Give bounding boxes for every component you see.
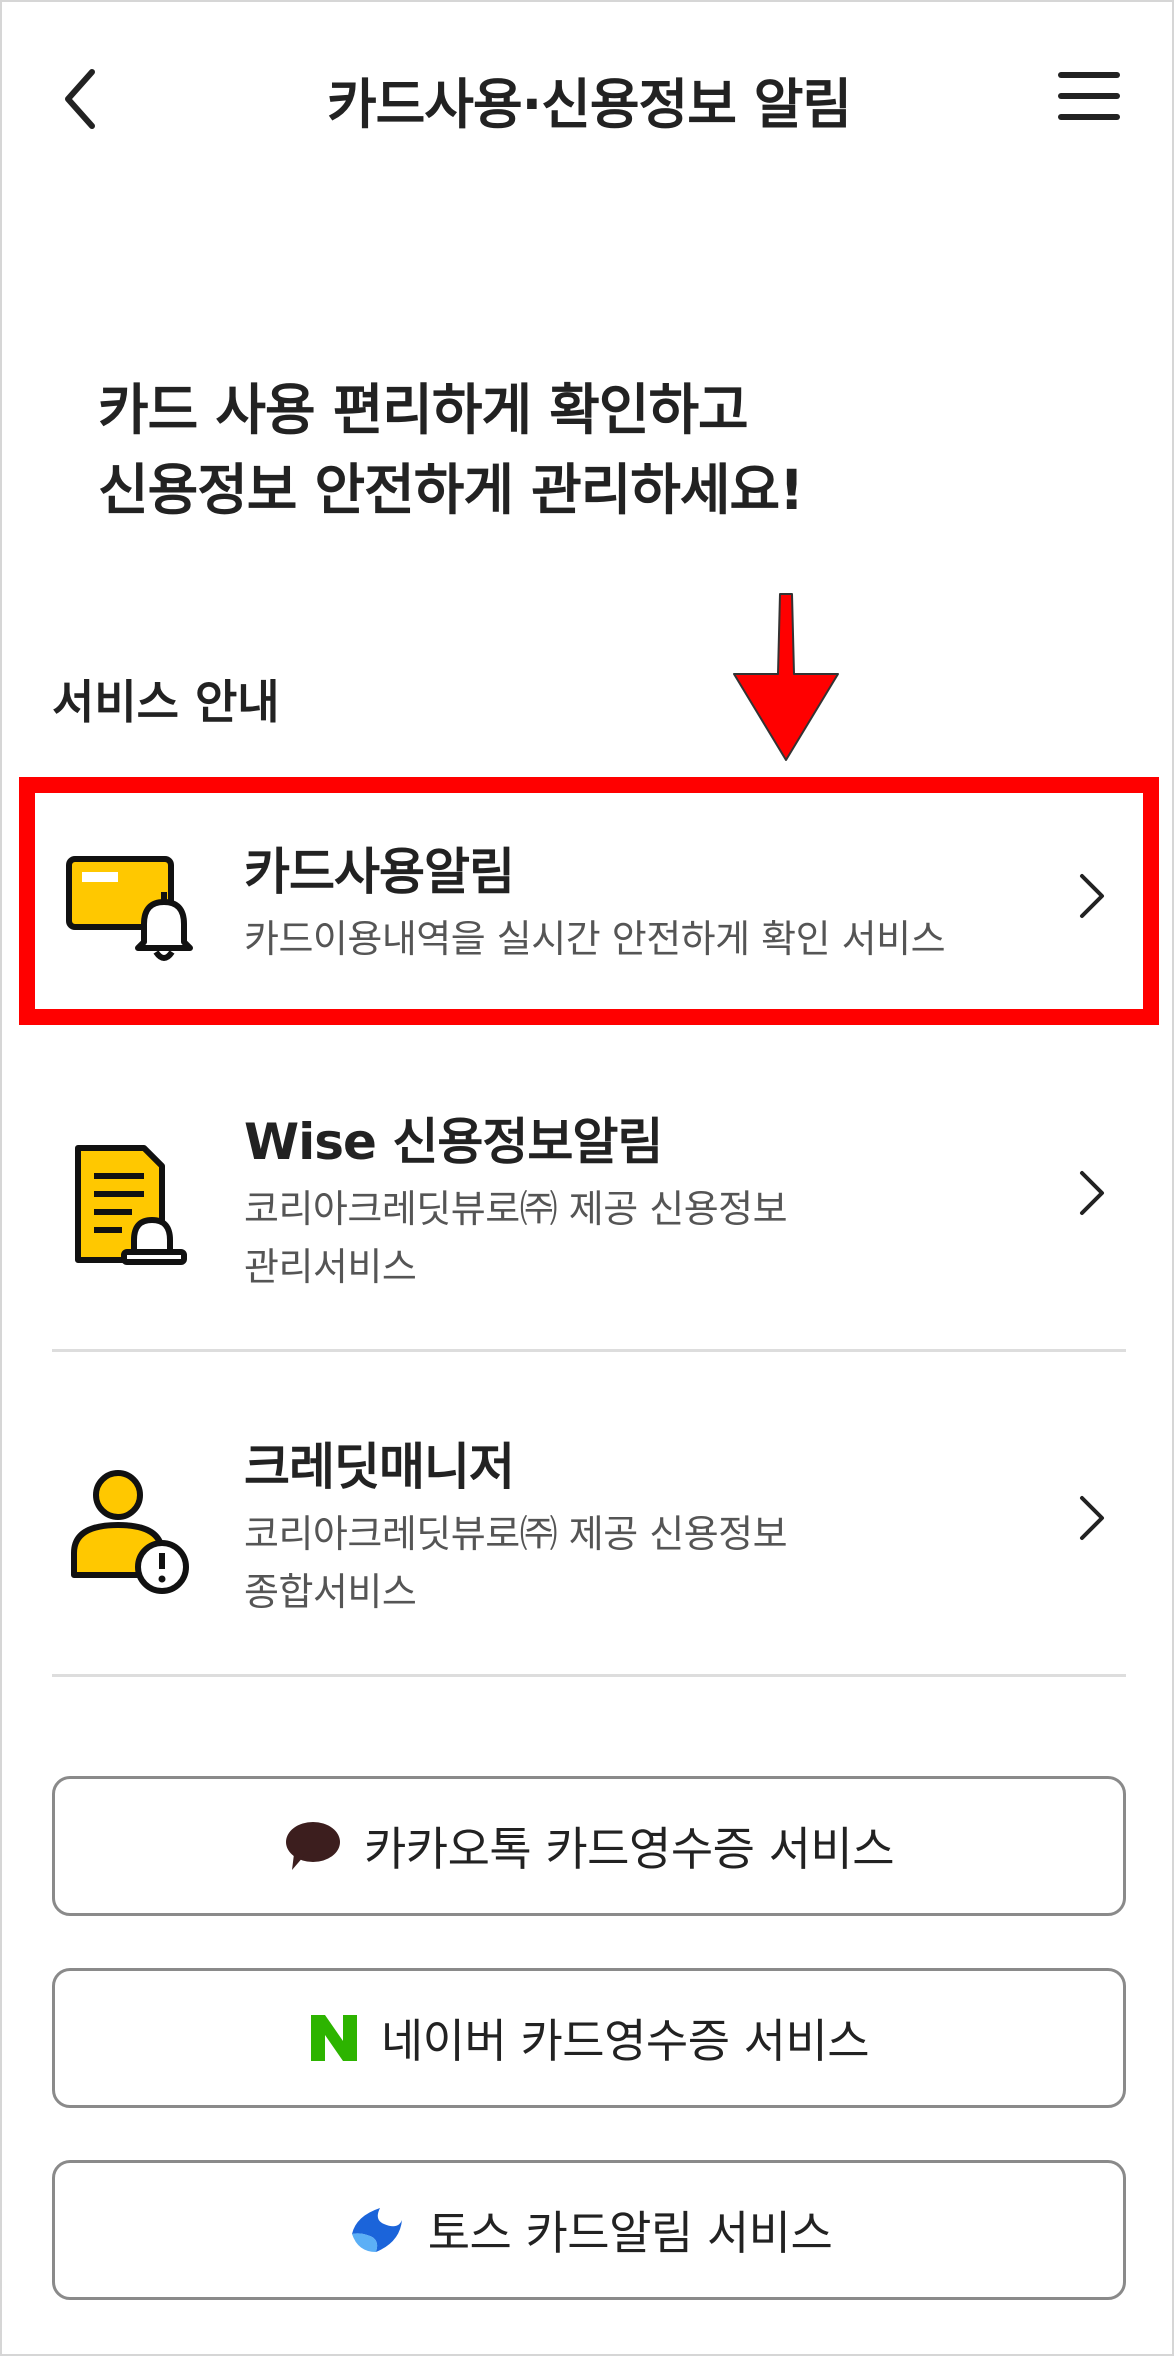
divider bbox=[52, 1349, 1126, 1352]
service-title: Wise 신용정보알림 bbox=[244, 1113, 663, 1171]
service-description-line-2: 관리서비스 bbox=[244, 1245, 417, 1289]
naver-receipt-label: 네이버 카드영수증 서비스 bbox=[380, 2014, 870, 2068]
kakao-talk-icon bbox=[285, 1822, 340, 1870]
chevron-right-icon bbox=[1080, 1496, 1104, 1540]
service-description-line-2: 종합서비스 bbox=[244, 1570, 417, 1614]
menu-button[interactable] bbox=[1058, 72, 1120, 128]
kakao-receipt-button[interactable]: 카카오톡 카드영수증 서비스 bbox=[52, 1776, 1126, 1916]
page-title: 카드사용·신용정보 알림 bbox=[326, 73, 852, 136]
naver-receipt-button[interactable]: 네이버 카드영수증 서비스 bbox=[52, 1968, 1126, 2108]
service-description: 코리아크레딧뷰로㈜ 제공 신용정보 bbox=[244, 1187, 788, 1231]
hamburger-icon bbox=[1058, 72, 1120, 120]
annotation-arrow-icon bbox=[733, 593, 839, 761]
chevron-right-icon bbox=[1080, 1171, 1104, 1215]
headline-line-2: 신용정보 안전하게 관리하세요! bbox=[98, 458, 804, 522]
annotation-highlight-box bbox=[19, 777, 1159, 1025]
headline-line-1: 카드 사용 편리하게 확인하고 bbox=[98, 378, 749, 442]
document-bell-icon bbox=[75, 1145, 187, 1265]
kakao-receipt-label: 카카오톡 카드영수증 서비스 bbox=[363, 1822, 895, 1876]
headline: 카드 사용 편리하게 확인하고 신용정보 안전하게 관리하세요! bbox=[98, 370, 804, 530]
service-description: 코리아크레딧뷰로㈜ 제공 신용정보 bbox=[244, 1512, 788, 1556]
toss-icon bbox=[351, 2208, 402, 2252]
naver-icon bbox=[310, 2015, 357, 2061]
service-item-credit-manager[interactable]: 크레딧매니저 코리아크레딧뷰로㈜ 제공 신용정보 종합서비스 bbox=[52, 1387, 1126, 1677]
divider bbox=[52, 1674, 1126, 1677]
service-item-wise-credit-alert[interactable]: Wise 신용정보알림 코리아크레딧뷰로㈜ 제공 신용정보 관리서비스 bbox=[52, 1062, 1126, 1352]
section-label: 서비스 안내 bbox=[52, 675, 280, 729]
service-title: 크레딧매니저 bbox=[244, 1438, 515, 1496]
person-alert-icon bbox=[71, 1470, 189, 1594]
toss-alert-button[interactable]: 토스 카드알림 서비스 bbox=[52, 2160, 1126, 2300]
toss-alert-label: 토스 카드알림 서비스 bbox=[427, 2206, 833, 2260]
